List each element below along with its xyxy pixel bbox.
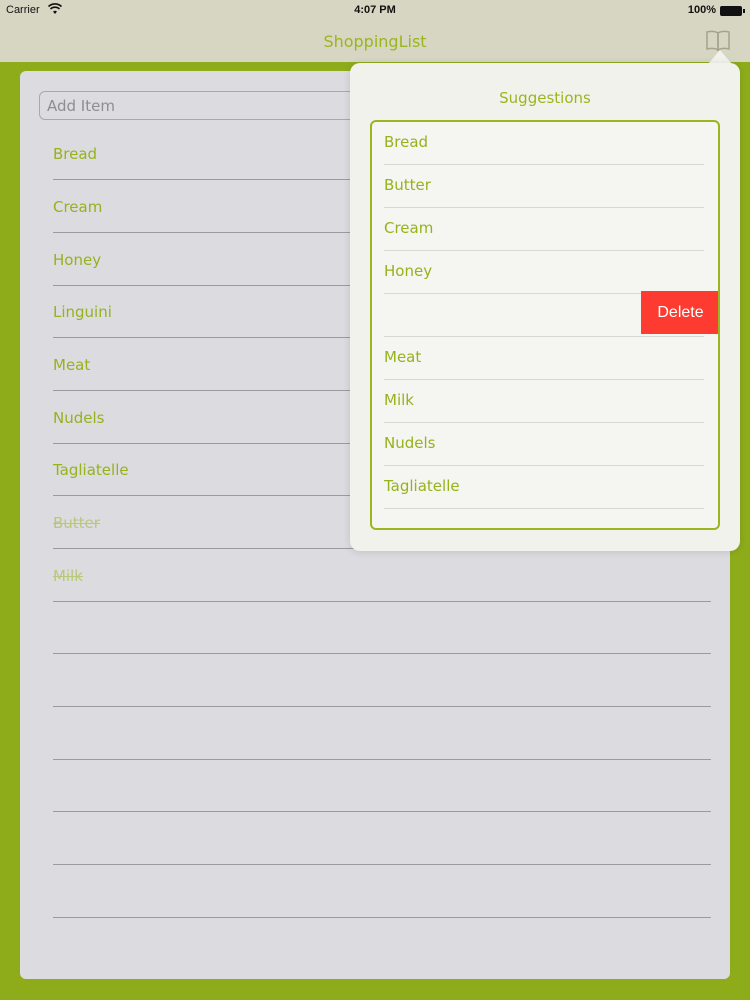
empty-list-row (53, 812, 711, 865)
list-item-checked[interactable]: Milk (53, 549, 711, 602)
battery-percent: 100% (687, 4, 716, 16)
suggestion-label: Meat (384, 348, 422, 366)
list-item-label: Linguini (53, 303, 112, 321)
list-item-label: Milk (53, 567, 83, 585)
status-time: 4:07 PM (354, 4, 396, 16)
suggestion-label: Butter (384, 176, 431, 194)
list-item-label: Tagliatelle (53, 461, 129, 479)
list-item-label: Bread (53, 145, 98, 163)
suggestion-label: Tagliatelle (384, 477, 460, 495)
list-item-label: Butter (53, 514, 100, 532)
empty-list-row (53, 707, 711, 760)
list-item-label: Cream (53, 198, 103, 216)
suggestion-item[interactable]: Butter (384, 165, 704, 208)
suggestion-label: Honey (384, 262, 433, 280)
list-item-label: Meat (53, 356, 91, 374)
suggestion-item[interactable]: Bread (384, 122, 704, 165)
book-icon[interactable] (705, 28, 731, 52)
list-item-label: Nudels (53, 409, 105, 427)
empty-list-row (53, 759, 711, 812)
delete-button[interactable]: Delete (641, 291, 718, 334)
suggestion-item[interactable]: Meat (384, 337, 704, 380)
suggestion-item[interactable]: Cream (384, 208, 704, 251)
suggestion-label: Cream (384, 219, 434, 237)
suggestion-label: Nudels (384, 434, 436, 452)
empty-list-row (53, 601, 711, 654)
suggestion-label: Bread (384, 133, 429, 151)
suggestion-item[interactable]: Nudels (384, 423, 704, 466)
navigation-bar: ShoppingList (0, 22, 750, 62)
suggestion-item[interactable]: Milk (384, 380, 704, 423)
suggestion-item[interactable]: Tagliatelle (384, 466, 704, 509)
list-item-label: Honey (53, 251, 102, 269)
suggestions-popover: Suggestions Bread Butter Cream Honey Mea… (350, 63, 740, 551)
popover-title: Suggestions (499, 89, 591, 107)
add-item-input[interactable] (39, 91, 399, 120)
empty-list-row (53, 865, 711, 918)
suggestion-item[interactable]: Honey (384, 251, 704, 294)
empty-list-row (53, 654, 711, 707)
suggestions-list: Bread Butter Cream Honey Meat Milk Nudel… (370, 120, 720, 530)
battery-icon (720, 6, 745, 16)
status-bar: Carrier 4:07 PM 100% (0, 0, 750, 22)
popover-arrow (708, 50, 732, 64)
suggestion-label: Milk (384, 391, 414, 409)
nav-title: ShoppingList (323, 32, 427, 51)
